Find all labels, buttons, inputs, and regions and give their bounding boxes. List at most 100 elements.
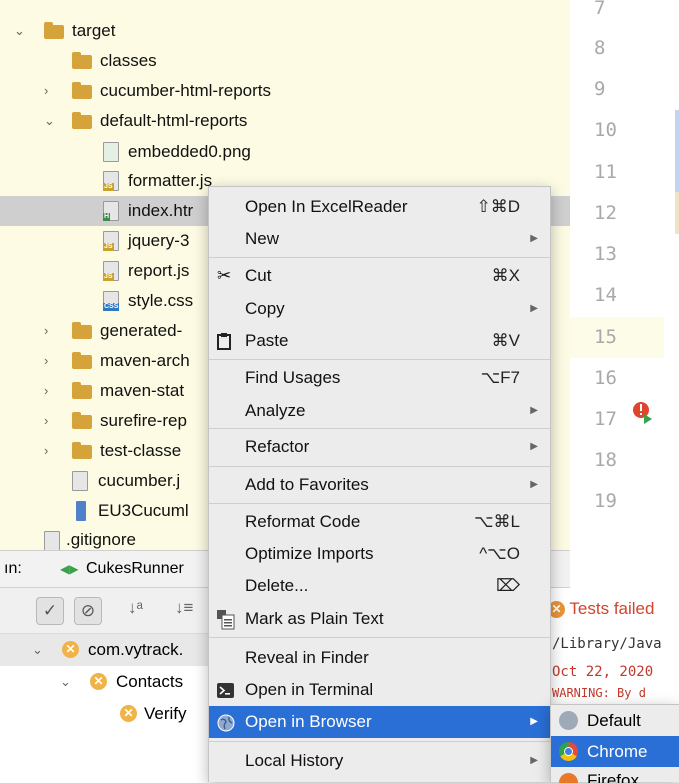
menu-item-paste[interactable]: Paste ⌘V (209, 325, 550, 356)
test-row[interactable]: ⌄ ✕ com.vytrack. (0, 634, 210, 666)
tree-item-target[interactable]: ⌄ target (0, 16, 570, 46)
menu-item-optimize-imports[interactable]: Optimize Imports ^⌥O (209, 538, 550, 569)
tree-item-default-html-reports[interactable]: ⌄ default-html-reports (0, 106, 570, 136)
run-config-icon: ◀▶ (60, 562, 79, 576)
line-number: 11 (594, 161, 617, 183)
run-tab-cukesrunner[interactable]: CukesRunner (86, 551, 184, 587)
menu-item-open-in-excelreader[interactable]: Open In ExcelReader ⇧⌘D (209, 191, 550, 222)
tree-item-label: default-html-reports (100, 111, 248, 130)
tree-item-label: generated- (100, 321, 183, 340)
test-row[interactable]: ⌄ ✕ Contacts (0, 666, 210, 698)
folder-icon (72, 52, 92, 69)
menu-item-delete[interactable]: Delete... ⌦ (209, 570, 550, 601)
text-file-icon (44, 531, 60, 550)
show-passed-toggle[interactable]: ✓ (36, 597, 64, 625)
tree-item-label: report.js (128, 261, 190, 280)
line-number: 8 (594, 37, 606, 59)
test-row[interactable]: ✕ Verify (0, 698, 210, 730)
default-browser-icon (559, 711, 578, 730)
submenu-item-default[interactable]: Default (551, 705, 679, 736)
sort-alphabetically-icon[interactable]: ↓ᵃ (128, 598, 143, 618)
chevron-down-icon[interactable]: ⌄ (32, 634, 43, 666)
chevron-right-icon[interactable]: › (44, 436, 48, 466)
menu-separator (209, 741, 550, 742)
chevron-right-icon[interactable]: › (44, 316, 48, 346)
tree-item-label: embedded0.png (128, 142, 251, 161)
chevron-right-icon[interactable]: › (44, 76, 48, 106)
chevron-right-icon[interactable]: › (44, 406, 48, 436)
menu-item-local-history[interactable]: Local History ▶ (209, 745, 550, 776)
line-number: 15 (570, 317, 664, 358)
line-number: 19 (594, 490, 617, 512)
submenu-arrow-icon: ▶ (530, 405, 538, 416)
menu-item-find-usages[interactable]: Find Usages ⌥F7 (209, 362, 550, 393)
tree-item-label: EU3Cucuml (98, 501, 189, 520)
menu-item-analyze[interactable]: Analyze ▶ (209, 395, 550, 426)
menu-separator (209, 637, 550, 638)
shortcut: ^⌥O (479, 544, 520, 563)
line-number: 14 (594, 284, 617, 306)
tree-item-label: cucumber.j (98, 471, 181, 490)
menu-item-reformat-code[interactable]: Reformat Code ⌥⌘L (209, 506, 550, 537)
sort-by-duration-icon[interactable]: ↓≡ (175, 598, 193, 618)
menu-item-refactor[interactable]: Refactor ▶ (209, 431, 550, 462)
globe-icon (217, 706, 235, 738)
menu-item-open-in-terminal[interactable]: Open in Terminal (209, 674, 550, 705)
clipboard-icon (217, 325, 231, 356)
submenu-item-chrome[interactable]: Chrome (551, 736, 679, 767)
change-marker (675, 110, 679, 192)
test-suite-label: com.vytrack. (88, 640, 184, 659)
chevron-right-icon[interactable]: › (44, 376, 48, 406)
submenu-arrow-icon: ▶ (530, 233, 538, 244)
submenu-arrow-icon: ▶ (530, 479, 538, 490)
shortcut: ⇧⌘D (476, 197, 520, 216)
js-file-icon: JS (103, 231, 119, 251)
folder-icon (72, 82, 92, 99)
menu-item-mark-as-plain-text[interactable]: Mark as Plain Text (209, 603, 550, 634)
show-ignored-toggle[interactable]: ⊘ (74, 597, 102, 625)
menu-item-cut[interactable]: ✂ Cut ⌘X (209, 260, 550, 291)
run-error-gutter-icon[interactable] (632, 400, 654, 431)
folder-icon (72, 112, 92, 129)
test-scenario-label: Verify (144, 704, 187, 723)
line-number: 13 (594, 243, 617, 265)
menu-separator (209, 466, 550, 467)
menu-separator (209, 503, 550, 504)
line-number: 10 (594, 119, 617, 141)
shortcut: ⌥F7 (480, 368, 520, 387)
tree-item-label: cucumber-html-reports (100, 81, 271, 100)
folder-icon (72, 352, 92, 369)
shortcut: ⌦ (495, 576, 520, 595)
shortcut: ⌥⌘L (473, 512, 520, 531)
folder-icon (44, 22, 64, 39)
tree-item-label: jquery-3 (128, 231, 190, 250)
json-file-icon (72, 471, 88, 491)
chevron-down-icon[interactable]: ⌄ (14, 16, 25, 46)
terminal-icon (217, 674, 234, 705)
scissors-icon: ✂ (217, 266, 232, 285)
folder-icon (72, 322, 92, 339)
tree-item-cucumber-html-reports[interactable]: › cucumber-html-reports (0, 76, 570, 106)
test-failed-icon: ✕ (120, 705, 137, 722)
module-file-icon (76, 501, 86, 521)
menu-item-open-in-browser[interactable]: Open in Browser ▶ (209, 706, 550, 738)
tree-item-label: index.htr (128, 201, 194, 220)
tree-item-classes[interactable]: classes (0, 46, 570, 76)
chevron-down-icon[interactable]: ⌄ (60, 666, 71, 698)
line-number: 7 (594, 0, 606, 19)
tree-item-label: maven-stat (100, 381, 185, 400)
submenu-item-firefox[interactable]: Firefox (551, 767, 679, 783)
line-number: 9 (594, 78, 606, 100)
test-failed-icon: ✕ (62, 641, 79, 658)
menu-item-new[interactable]: New ▶ (209, 223, 550, 254)
chevron-down-icon[interactable]: ⌄ (44, 106, 55, 136)
chevron-right-icon[interactable]: › (44, 346, 48, 376)
tree-item-label: target (72, 21, 116, 40)
menu-item-reveal-in-finder[interactable]: Reveal in Finder (209, 642, 550, 673)
line-number: 18 (594, 449, 617, 471)
menu-item-add-to-favorites[interactable]: Add to Favorites ▶ (209, 469, 550, 500)
tree-item-embedded0-png[interactable]: embedded0.png (0, 137, 570, 167)
shortcut: ⌘X (491, 266, 520, 285)
menu-item-copy[interactable]: Copy ▶ (209, 293, 550, 324)
console-line: Oct 22, 2020 (552, 664, 654, 680)
